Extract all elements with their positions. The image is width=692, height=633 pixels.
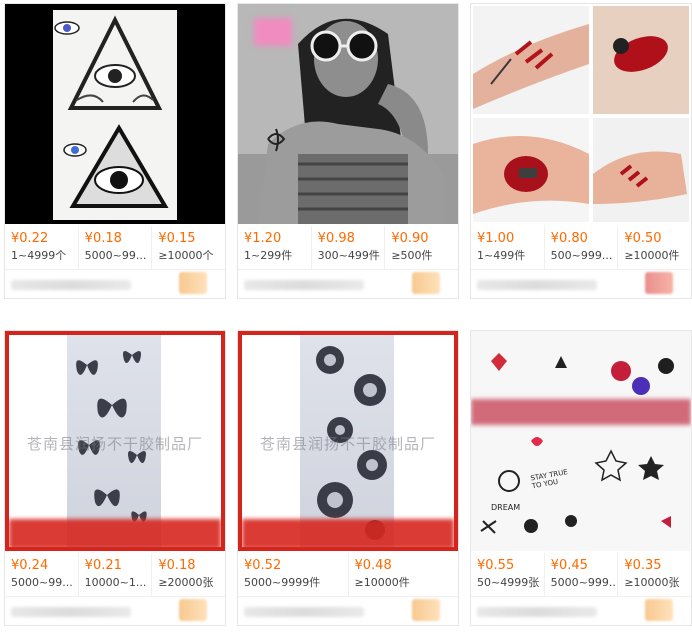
quantity-range: 500~999... xyxy=(550,249,613,262)
price-value: ¥0.90 xyxy=(391,231,429,246)
product-card[interactable]: ¥0.22 1~4999个 ¥0.18 5000~99... ¥0.15 ≥10… xyxy=(4,3,226,299)
price-value: ¥1.20 xyxy=(244,231,282,246)
price-value: ¥0.45 xyxy=(550,558,588,573)
eye-triangle-illustration xyxy=(54,15,169,208)
wound-tattoo-collage xyxy=(473,6,689,222)
quantity-range: ≥10000件 xyxy=(624,249,680,262)
price-value: ¥0.35 xyxy=(624,558,662,573)
sticker-text: DREAM xyxy=(491,503,521,512)
blurred-banner xyxy=(9,519,221,547)
price-tiers: ¥0.55 50~4999张 ¥0.45 5000~999... ¥0.35 ≥… xyxy=(471,553,691,597)
quantity-range: 1~4999个 xyxy=(11,249,67,262)
price-value: ¥1.00 xyxy=(477,231,515,246)
price-tier: ¥0.18 ≥20000张 xyxy=(152,553,225,596)
price-value: ¥0.24 xyxy=(11,558,49,573)
price-tiers: ¥0.22 1~4999个 ¥0.18 5000~99... ¥0.15 ≥10… xyxy=(5,226,225,270)
price-value: ¥0.21 xyxy=(84,558,122,573)
shop-name-blurred[interactable] xyxy=(11,280,131,290)
price-tiers: ¥1.20 1~299件 ¥0.98 300~499件 ¥0.90 ≥500件 xyxy=(238,226,458,270)
price-tier: ¥1.20 1~299件 xyxy=(238,226,312,269)
quantity-range: ≥10000件 xyxy=(354,576,410,589)
watermark-text: 苍南县润扬不干胶制品厂 xyxy=(26,435,203,453)
price-tier: ¥0.15 ≥10000个 xyxy=(152,226,225,269)
price-tier: ¥0.22 1~4999个 xyxy=(5,226,79,269)
price-tier: ¥0.98 300~499件 xyxy=(312,226,386,269)
price-value: ¥0.18 xyxy=(158,558,196,573)
price-tier: ¥1.00 1~499件 xyxy=(471,226,545,269)
price-tier: ¥0.55 50~4999张 xyxy=(471,553,545,596)
tattoo-sheet xyxy=(53,10,177,220)
product-image[interactable] xyxy=(471,4,691,224)
product-image[interactable] xyxy=(5,4,225,224)
sticker-sheets-collage xyxy=(471,331,691,551)
price-tier: ¥0.50 ≥10000件 xyxy=(618,226,691,269)
shop-name-blurred[interactable] xyxy=(477,280,597,290)
blurred-banner xyxy=(242,519,454,547)
shop-name-blurred[interactable] xyxy=(477,607,597,617)
price-value: ¥0.80 xyxy=(550,231,588,246)
price-value: ¥0.55 xyxy=(477,558,515,573)
quantity-range: 1~499件 xyxy=(477,249,526,262)
price-tier: ¥0.45 5000~999... xyxy=(545,553,619,596)
price-value: ¥0.50 xyxy=(624,231,662,246)
price-value: ¥0.98 xyxy=(317,231,355,246)
quantity-range: 300~499件 xyxy=(317,249,380,262)
price-tiers: ¥0.52 5000~9999件 ¥0.48 ≥10000件 xyxy=(238,553,458,597)
product-card[interactable]: ¥1.00 1~499件 ¥0.80 500~999... ¥0.50 ≥100… xyxy=(470,3,692,299)
price-tier: ¥0.48 ≥10000件 xyxy=(349,553,459,596)
watermark-text: 苍南县润扬不干胶制品厂 xyxy=(259,435,436,453)
price-tier: ¥0.52 5000~9999件 xyxy=(238,553,349,596)
shop-badge-icon xyxy=(179,599,207,621)
price-value: ¥0.18 xyxy=(84,231,122,246)
quantity-range: ≥10000张 xyxy=(624,576,680,589)
price-tiers: ¥1.00 1~499件 ¥0.80 500~999... ¥0.50 ≥100… xyxy=(471,226,691,270)
price-value: ¥0.22 xyxy=(11,231,49,246)
price-value: ¥0.48 xyxy=(354,558,392,573)
blurred-banner xyxy=(471,399,691,425)
price-tier: ¥0.90 ≥500件 xyxy=(385,226,458,269)
quantity-range: 5000~999... xyxy=(550,576,618,589)
price-value: ¥0.15 xyxy=(158,231,196,246)
shop-badge-icon xyxy=(179,272,207,294)
price-tier: ¥0.18 5000~99... xyxy=(79,226,153,269)
product-image[interactable] xyxy=(238,4,458,224)
shop-badge-icon xyxy=(412,599,440,621)
product-image[interactable]: 苍南县润扬不干胶制品厂 xyxy=(5,331,225,551)
shop-badge-icon xyxy=(412,272,440,294)
quantity-range: ≥10000个 xyxy=(158,249,214,262)
quantity-range: ≥500件 xyxy=(391,249,433,262)
product-image[interactable]: 苍南县润扬不干胶制品厂 xyxy=(238,331,458,551)
quantity-range: 5000~99... xyxy=(11,576,73,589)
shop-badge-icon xyxy=(645,599,673,621)
blurred-logo xyxy=(254,18,292,46)
shop-name-blurred[interactable] xyxy=(11,607,131,617)
product-card[interactable]: STAY TRUE TO YOU DREAM ¥0.55 50~4999张 ¥0… xyxy=(470,330,692,626)
price-value: ¥0.52 xyxy=(244,558,282,573)
shop-name-blurred[interactable] xyxy=(244,607,364,617)
product-card[interactable]: 苍南县润扬不干胶制品厂 ¥0.52 5000~9999件 ¥0.48 ≥1000… xyxy=(237,330,459,626)
quantity-range: ≥20000张 xyxy=(158,576,214,589)
price-tier: ¥0.24 5000~99... xyxy=(5,553,79,596)
price-tier: ¥0.80 500~999... xyxy=(545,226,619,269)
quantity-range: 10000~1... xyxy=(84,576,147,589)
product-card[interactable]: 苍南县润扬不干胶制品厂 ¥0.24 5000~99... ¥0.21 10000… xyxy=(4,330,226,626)
quantity-range: 1~299件 xyxy=(244,249,293,262)
price-tier: ¥0.21 10000~1... xyxy=(79,553,153,596)
product-card[interactable]: ¥1.20 1~299件 ¥0.98 300~499件 ¥0.90 ≥500件 xyxy=(237,3,459,299)
price-tier: ¥0.35 ≥10000张 xyxy=(618,553,691,596)
quantity-range: 50~4999张 xyxy=(477,576,540,589)
price-tiers: ¥0.24 5000~99... ¥0.21 10000~1... ¥0.18 … xyxy=(5,553,225,597)
quantity-range: 5000~9999件 xyxy=(244,576,321,589)
quantity-range: 5000~99... xyxy=(84,249,147,262)
shop-name-blurred[interactable] xyxy=(244,280,364,290)
shop-badge-icon xyxy=(645,272,673,294)
product-image[interactable]: STAY TRUE TO YOU DREAM xyxy=(471,331,691,551)
